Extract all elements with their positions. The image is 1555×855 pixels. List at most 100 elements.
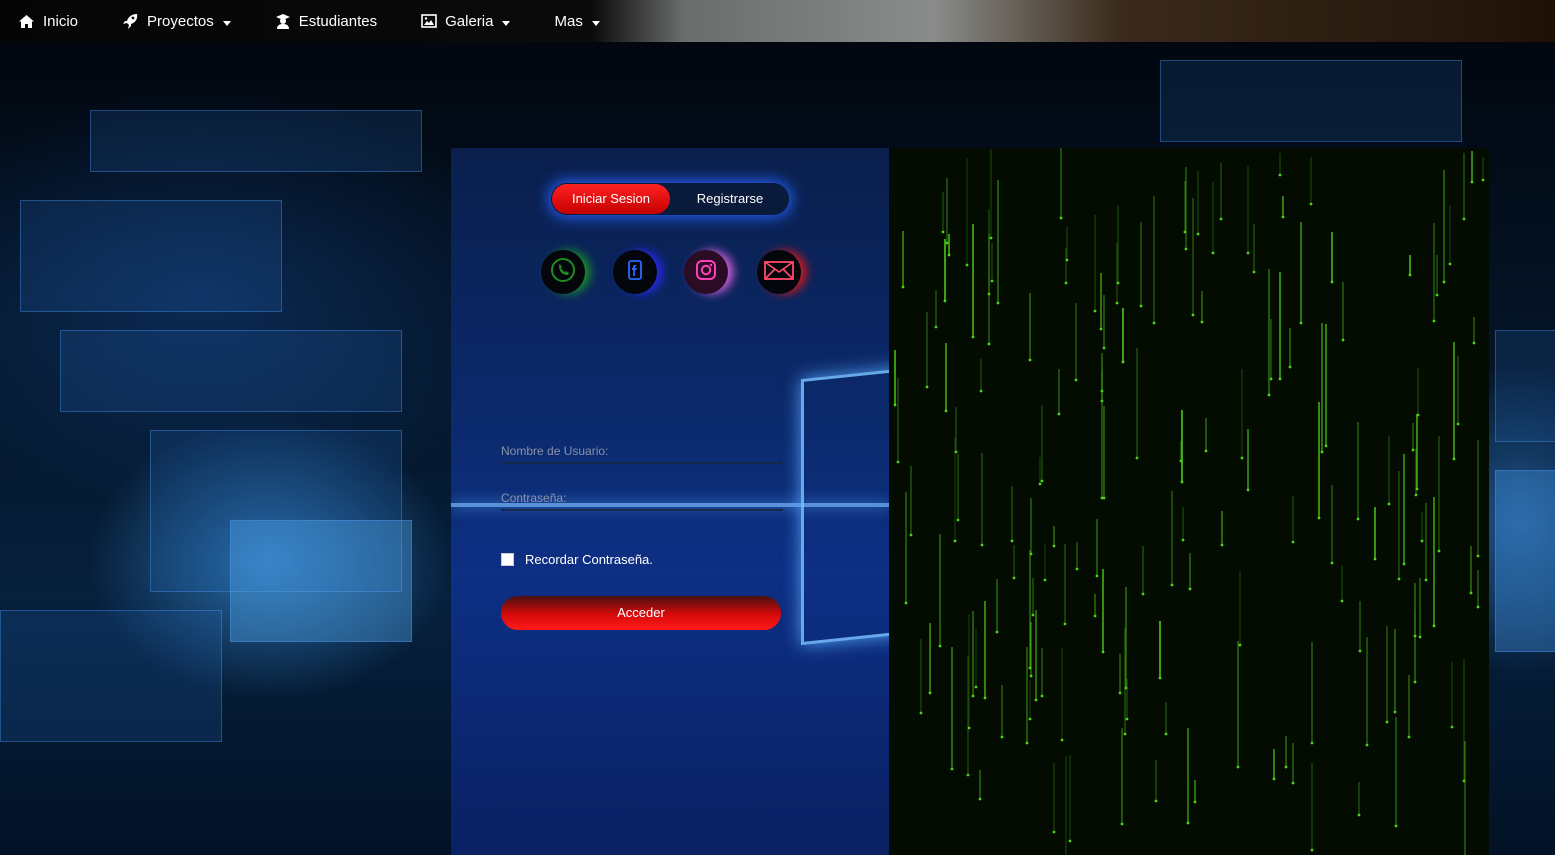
matrix-drop: [1373, 557, 1377, 561]
matrix-drop: [1152, 321, 1156, 325]
matrix-drop: [1204, 449, 1208, 453]
whatsapp-button[interactable]: [541, 250, 585, 294]
matrix-drop: [1010, 539, 1014, 543]
matrix-drop: [893, 403, 897, 407]
matrix-drop: [1135, 456, 1139, 460]
matrix-drop: [1181, 538, 1185, 542]
matrix-drop: [1476, 605, 1480, 609]
nav-item-label: Proyectos: [147, 12, 214, 30]
matrix-drop: [1309, 202, 1313, 206]
matrix-drop: [944, 409, 948, 413]
matrix-drop: [947, 253, 951, 257]
matrix-drop: [1394, 824, 1398, 828]
matrix-drop: [1125, 717, 1129, 721]
matrix-drop: [1481, 178, 1485, 182]
matrix-drop: [1102, 346, 1106, 350]
matrix-drop: [1219, 217, 1223, 221]
matrix-drop: [943, 299, 947, 303]
matrix-drop: [1452, 457, 1456, 461]
facebook-icon: [620, 255, 650, 290]
matrix-drop: [1424, 578, 1428, 582]
login-tab-button[interactable]: Iniciar Sesion: [552, 184, 670, 214]
background-light: [801, 366, 889, 646]
matrix-drop: [1469, 591, 1473, 595]
matrix-drop: [1435, 293, 1439, 297]
matrix-drop: [1186, 821, 1190, 825]
matrix-drop: [1057, 412, 1061, 416]
background-shape: [1495, 330, 1555, 442]
matrix-drop: [1358, 649, 1362, 653]
matrix-drop: [1272, 777, 1276, 781]
nav-item-inicio[interactable]: Inicio: [18, 13, 78, 30]
register-tab-button[interactable]: Registrarse: [671, 184, 789, 214]
nav-item-estudiantes[interactable]: Estudiantes: [275, 13, 377, 30]
matrix-drop: [1170, 583, 1174, 587]
matrix-drop: [1102, 496, 1106, 500]
chevron-down-icon: [502, 20, 511, 26]
instagram-button[interactable]: [684, 250, 728, 294]
nav-item-proyectos[interactable]: Proyectos: [122, 13, 231, 30]
auth-toggle: Iniciar Sesion Registrarse: [551, 183, 789, 215]
mail-button[interactable]: [757, 250, 801, 294]
submit-button[interactable]: Acceder: [501, 596, 781, 630]
matrix-drop: [928, 691, 932, 695]
facebook-button[interactable]: [613, 250, 657, 294]
matrix-drop: [1462, 217, 1466, 221]
matrix-drop: [1456, 422, 1460, 426]
matrix-drop: [1420, 539, 1424, 543]
matrix-drop: [1476, 554, 1480, 558]
matrix-drop: [1365, 743, 1369, 747]
matrix-drop: [953, 539, 957, 543]
matrix-drop: [1252, 270, 1256, 274]
matrix-drop: [938, 644, 942, 648]
matrix-drop: [1158, 676, 1162, 680]
nav-item-galeria[interactable]: Galeria: [421, 13, 511, 30]
matrix-drop: [1043, 578, 1047, 582]
password-input[interactable]: [501, 487, 783, 509]
username-field-wrapper: [501, 440, 783, 464]
matrix-drop: [1413, 680, 1417, 684]
login-panel: Iniciar Sesion Registrarse Recordar Cont…: [451, 148, 889, 855]
matrix-drop: [1164, 732, 1168, 736]
nav-item-mas[interactable]: Mas: [554, 12, 600, 30]
matrix-drop: [1418, 635, 1422, 639]
matrix-drop: [1196, 232, 1200, 236]
matrix-drop: [1291, 540, 1295, 544]
matrix-drop: [945, 241, 949, 245]
chevron-down-icon: [222, 20, 231, 26]
nav-item-label: Estudiantes: [298, 12, 378, 30]
matrix-drop: [1330, 561, 1334, 565]
matrix-drop: [1291, 781, 1295, 785]
matrix-drop: [979, 389, 983, 393]
username-input[interactable]: [501, 440, 783, 462]
matrix-drop: [941, 230, 945, 234]
remember-checkbox[interactable]: [501, 553, 514, 566]
matrix-drop: [1462, 779, 1466, 783]
matrix-drop: [1012, 576, 1016, 580]
matrix-drop: [1059, 216, 1063, 220]
matrix-drop: [1093, 614, 1097, 618]
matrix-drop: [904, 601, 908, 605]
matrix-drop: [1052, 544, 1056, 548]
matrix-drop: [1385, 720, 1389, 724]
matrix-drop: [1269, 377, 1273, 381]
matrix-drop: [1284, 765, 1288, 769]
matrix-drop: [1281, 215, 1285, 219]
nav-item-label: Mas: [554, 12, 583, 30]
matrix-drop: [1063, 622, 1067, 626]
matrix-drop: [1411, 448, 1415, 452]
matrix-drop: [1139, 304, 1143, 308]
matrix-drop: [1397, 577, 1401, 581]
matrix-drop: [1414, 493, 1418, 497]
matrix-drop: [1220, 543, 1224, 547]
matrix-drop: [1028, 666, 1032, 670]
background-shape: [230, 520, 412, 642]
matrix-drop: [1025, 741, 1029, 745]
matrix-drop: [1064, 281, 1068, 285]
matrix-drop: [1200, 320, 1204, 324]
matrix-drop: [965, 263, 969, 267]
matrix-drop: [1324, 444, 1328, 448]
matrix-drop: [995, 630, 999, 634]
matrix-drop: [919, 711, 923, 715]
matrix-drop: [1238, 643, 1242, 647]
